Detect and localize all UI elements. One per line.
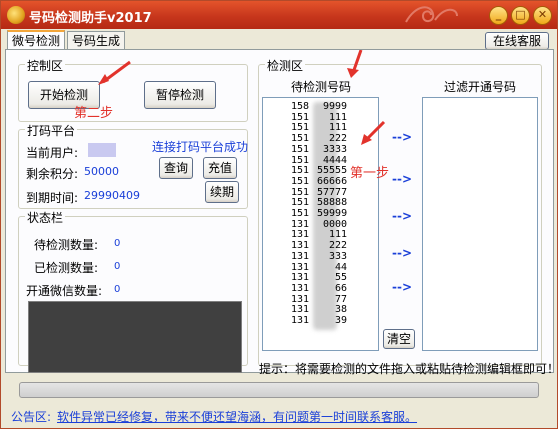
notice-label: 公告区: bbox=[11, 410, 52, 424]
annotation-arrows bbox=[98, 50, 386, 145]
online-service-button[interactable]: 在线客服 bbox=[485, 32, 549, 50]
tab-number-generate[interactable]: 号码生成 bbox=[67, 31, 126, 50]
annotation-arrowhead bbox=[347, 68, 359, 78]
main-panel: 控制区 开始检测 暂停检测 第二步 打码平台 连接打码平台成功 当前用户: 剩余… bbox=[5, 49, 558, 376]
minimize-button[interactable]: _ bbox=[489, 6, 508, 25]
annotation-arrowhead bbox=[98, 74, 109, 85]
title-bar[interactable]: 号码检测助手v2017 _ □ ✕ bbox=[1, 1, 557, 29]
close-button[interactable]: ✕ bbox=[533, 6, 552, 25]
window-title: 号码检测助手v2017 bbox=[29, 11, 152, 26]
notice-link[interactable]: 软件异常已经修复，带来不便还望海涵，有问题第一时间联系客服。 bbox=[57, 408, 417, 425]
decorative-swirl-icon bbox=[405, 6, 458, 23]
annotation-arrow-line bbox=[352, 50, 363, 71]
annotation-arrow-line bbox=[365, 120, 386, 141]
detect-progress-bar bbox=[19, 382, 539, 398]
notice-bar: 公告区: 软件异常已经修复，带来不便还望海涵，有问题第一时间联系客服。 bbox=[1, 404, 557, 428]
tab-number-detect[interactable]: 微号检测 bbox=[7, 30, 66, 51]
app-window: 号码检测助手v2017 _ □ ✕ 微号检测 号码生成 在线客服 控制区 开始检… bbox=[0, 0, 558, 429]
maximize-button[interactable]: □ bbox=[511, 6, 530, 25]
app-logo-icon bbox=[7, 6, 25, 24]
